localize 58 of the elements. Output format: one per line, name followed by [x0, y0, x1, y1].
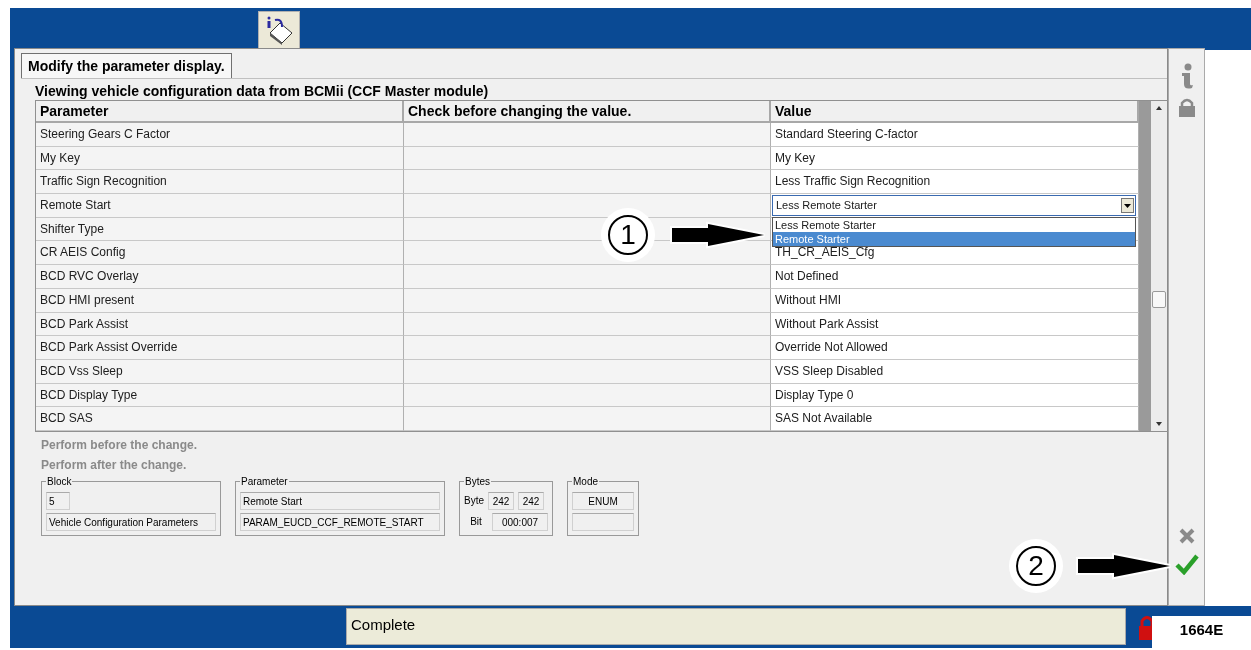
bit-field: 000:007 — [492, 512, 548, 531]
table-cell: BCD Park Assist Override — [36, 336, 404, 360]
table-cell: BCD SAS — [36, 407, 404, 431]
note-text: Perform after the change. — [41, 457, 188, 472]
table-cell: BCD Display Type — [36, 383, 404, 408]
table-cell: Remote Start — [36, 194, 404, 218]
group-title: Parameter — [240, 475, 289, 487]
confirm-icon[interactable] — [1174, 553, 1199, 575]
table-cell: BCD Park Assist — [36, 312, 404, 337]
column-header: Value — [771, 101, 1139, 123]
table-cell[interactable]: Without Park Assist — [771, 312, 1139, 337]
table-cell: Steering Gears C Factor — [36, 123, 404, 147]
table-cell: CR AEIS Config — [36, 241, 404, 266]
byte-label: Byte — [464, 495, 484, 507]
column-header: Check before changing the value. — [404, 101, 771, 123]
bit-label: Bit — [469, 516, 483, 528]
parameter-name-field: Remote Start — [240, 491, 440, 510]
scrollbar[interactable] — [1139, 101, 1167, 431]
mode-field: ENUM — [572, 491, 634, 510]
table-cell: BCD RVC Overlay — [36, 265, 404, 289]
block-name-field: Vehicle Configuration Parameters — [46, 512, 216, 531]
table-cell[interactable]: SAS Not Available — [771, 407, 1139, 431]
byte-field: 242 — [488, 491, 514, 510]
cancel-icon[interactable] — [1177, 527, 1196, 545]
table-cell: My Key — [36, 146, 404, 171]
table-cell[interactable]: Without HMI — [771, 288, 1139, 313]
table-cell[interactable]: Override Not Allowed — [771, 336, 1139, 360]
scroll-down-icon — [1155, 420, 1163, 427]
lock-icon[interactable] — [1177, 97, 1196, 117]
table-cell: Traffic Sign Recognition — [36, 170, 404, 195]
group-title: Block — [46, 475, 73, 487]
byte-field: 242 — [518, 491, 544, 510]
tab[interactable]: Modify the parameter display. — [21, 53, 232, 78]
table-cell[interactable]: VSS Sleep Disabled — [771, 359, 1139, 384]
figure-label: 1664E — [1152, 616, 1251, 650]
table-cell[interactable]: Not Defined — [771, 265, 1139, 289]
table-cell: BCD Vss Sleep — [36, 359, 404, 384]
group-title: Mode — [572, 475, 599, 487]
table-cell: BCD HMI present — [36, 288, 404, 313]
note-text: Perform before the change. — [41, 437, 199, 452]
table-cell[interactable]: Standard Steering C-factor — [771, 123, 1139, 147]
dropdown-option[interactable]: Remote Starter — [773, 232, 1135, 247]
table-cell[interactable]: Less Traffic Sign Recognition — [771, 170, 1139, 195]
parameter-id-field: PARAM_EUCD_CCF_REMOTE_START — [240, 512, 440, 531]
block-number-field: 5 — [46, 491, 70, 510]
status-message: Complete — [346, 608, 1126, 645]
dropdown-option[interactable]: Less Remote Starter — [773, 218, 1135, 233]
manual-button[interactable] — [258, 11, 300, 48]
mode-field — [572, 512, 634, 531]
value-dropdown[interactable]: Less Remote Starter — [772, 195, 1136, 216]
scroll-thumb[interactable] — [1152, 291, 1166, 308]
scroll-up-icon — [1155, 105, 1163, 111]
group-title: Bytes — [464, 475, 491, 487]
table-cell[interactable]: My Key — [771, 146, 1139, 171]
table-cell[interactable]: Display Type 0 — [771, 383, 1139, 408]
section-heading: Viewing vehicle configuration data from BCMii (CCF Master module) — [35, 83, 490, 99]
table-cell: Shifter Type — [36, 217, 404, 242]
column-header: Parameter — [36, 101, 404, 123]
